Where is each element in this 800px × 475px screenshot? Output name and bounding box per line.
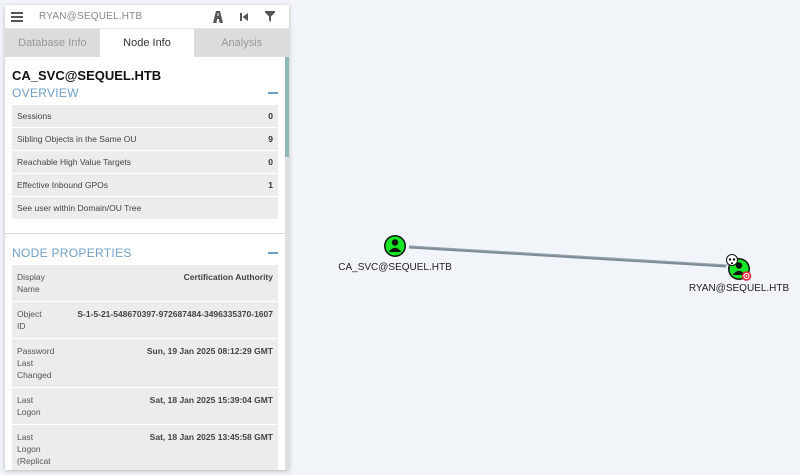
scrollbar-thumb[interactable] <box>285 57 289 157</box>
target-icon <box>741 271 752 281</box>
properties-header[interactable]: NODE PROPERTIES <box>5 243 285 263</box>
skip-back-icon[interactable] <box>231 8 257 26</box>
node-title: CA_SVC@SEQUEL.HTB <box>12 68 162 83</box>
property-value: Sun, 19 Jan 2025 08:12:29 GMT <box>146 346 273 356</box>
left-panel: Database Info Node Info Analysis CA_SVC@… <box>5 5 289 470</box>
property-row: Password Last Changed Sun, 19 Jan 2025 0… <box>12 339 278 388</box>
property-row: Object ID S-1-5-21-548670397-972687484-3… <box>12 302 278 339</box>
properties-table: Display Name Certification Authority Obj… <box>12 265 278 470</box>
property-key: Last Logon (Replicat <box>17 432 51 466</box>
skull-icon <box>726 254 738 266</box>
property-key: Last Logon <box>17 395 41 417</box>
section-divider <box>5 233 285 234</box>
property-value: Sat, 18 Jan 2025 13:45:58 GMT <box>149 432 273 442</box>
row-value: 1 <box>268 180 273 190</box>
collapse-icon[interactable] <box>268 252 278 254</box>
node-label-ryan: RYAN@SEQUEL.HTB <box>689 283 790 294</box>
property-row: Display Name Certification Authority <box>12 265 278 302</box>
overview-header[interactable]: OVERVIEW <box>5 83 285 103</box>
menu-icon[interactable] <box>11 11 23 22</box>
search-input[interactable] <box>39 11 205 22</box>
overview-row-reachable-hvt[interactable]: Reachable High Value Targets 0 <box>12 151 278 174</box>
tab-bar: Database Info Node Info Analysis <box>5 29 289 57</box>
road-icon[interactable] <box>205 8 231 26</box>
overview-table: Sessions 0 Sibling Objects in the Same O… <box>12 105 278 220</box>
tab-analysis[interactable]: Analysis <box>194 29 289 57</box>
properties-title: NODE PROPERTIES <box>12 246 132 260</box>
node-info-content: CA_SVC@SEQUEL.HTB OVERVIEW Sessions 0 Si… <box>5 57 285 470</box>
row-value: 0 <box>268 157 273 167</box>
property-value: Sat, 18 Jan 2025 15:39:04 GMT <box>149 395 273 405</box>
property-row: Last Logon (Replicat Sat, 18 Jan 2025 13… <box>12 425 278 470</box>
property-value: Certification Authority <box>183 272 273 282</box>
overview-row-inbound-gpos[interactable]: Effective Inbound GPOs 1 <box>12 174 278 197</box>
node-label-ca-svc: CA_SVC@SEQUEL.HTB <box>338 262 452 273</box>
user-node-ca-svc[interactable]: CA_SVC@SEQUEL.HTB <box>338 235 452 273</box>
row-value: 0 <box>268 111 273 121</box>
overview-row-sessions[interactable]: Sessions 0 <box>12 105 278 128</box>
row-label: Sibling Objects in the Same OU <box>17 134 137 144</box>
tab-database-info[interactable]: Database Info <box>5 29 100 57</box>
row-label: Effective Inbound GPOs <box>17 180 109 190</box>
search-bar <box>5 5 289 29</box>
property-key: Object ID <box>17 309 42 331</box>
filter-icon[interactable] <box>257 8 283 26</box>
property-value: S-1-5-21-548670397-972687484-3496335370-… <box>77 309 273 319</box>
row-label: See user within Domain/OU Tree <box>17 203 142 213</box>
property-key: Password Last Changed <box>17 346 55 380</box>
collapse-icon[interactable] <box>268 92 278 94</box>
row-label: Reachable High Value Targets <box>17 157 132 167</box>
overview-row-domain-tree[interactable]: See user within Domain/OU Tree <box>12 197 278 220</box>
property-key: Display Name <box>17 272 45 294</box>
overview-title: OVERVIEW <box>12 86 79 100</box>
graph-edge[interactable] <box>408 245 727 268</box>
panel-scrollbar[interactable] <box>285 57 289 470</box>
row-label: Sessions <box>17 111 52 121</box>
overview-row-sibling-objects[interactable]: Sibling Objects in the Same OU 9 <box>12 128 278 151</box>
user-node-ryan[interactable]: RYAN@SEQUEL.HTB <box>689 254 790 295</box>
row-value: 9 <box>268 134 273 144</box>
tab-node-info[interactable]: Node Info <box>99 29 195 57</box>
property-row: Last Logon Sat, 18 Jan 2025 15:39:04 GMT <box>12 388 278 425</box>
